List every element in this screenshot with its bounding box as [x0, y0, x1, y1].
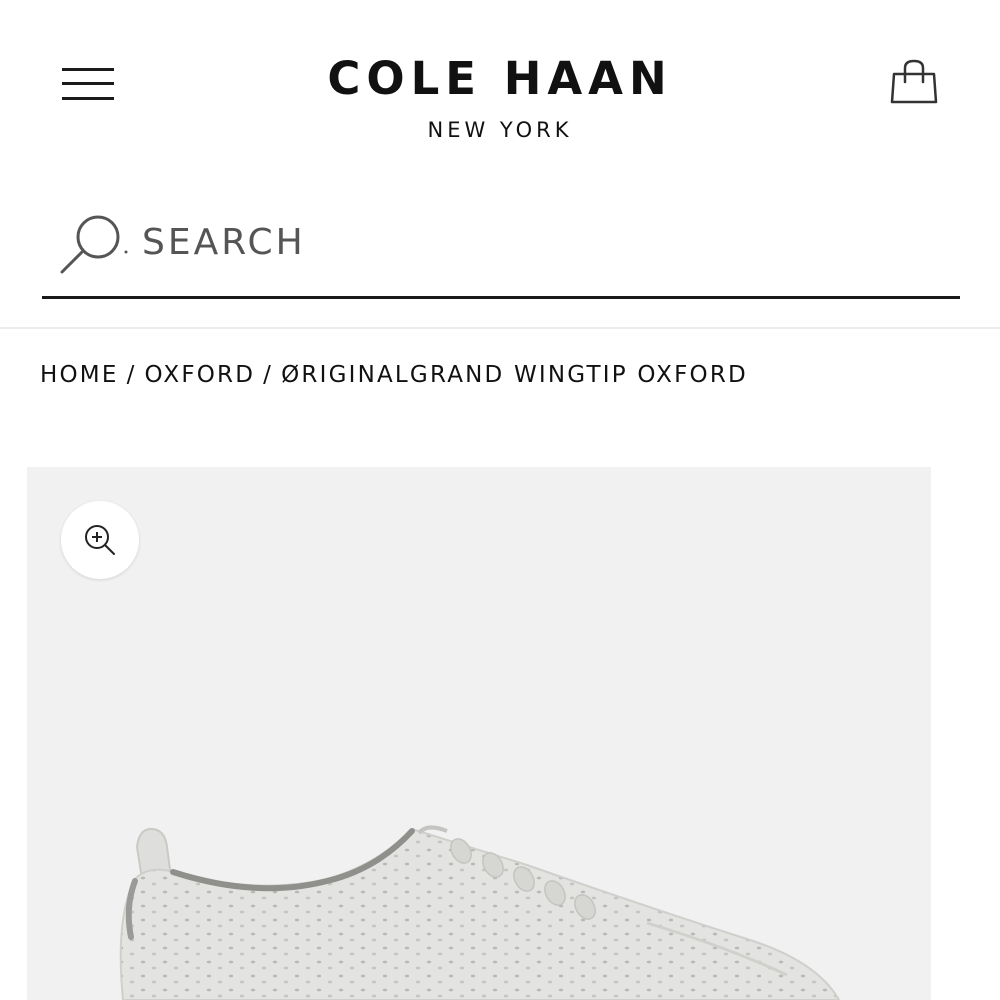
hamburger-menu-icon	[62, 68, 114, 71]
shopping-bag-icon	[890, 59, 938, 104]
search-underline	[42, 296, 960, 299]
menu-button[interactable]	[58, 64, 118, 106]
section-divider	[0, 327, 1000, 329]
breadcrumb-separator: /	[126, 362, 137, 388]
breadcrumb-home[interactable]: HOME	[40, 362, 119, 388]
search-input[interactable]	[142, 218, 942, 266]
site-header: COLE HAAN NEW YORK	[0, 0, 1000, 170]
brand-logo[interactable]: COLE HAAN NEW YORK	[300, 52, 700, 144]
product-page: COLE HAAN NEW YORK HOME / OXFORD / ØRIGINALG…	[0, 0, 1000, 1000]
product-image[interactable]	[27, 467, 931, 1000]
search-icon[interactable]	[56, 210, 136, 280]
zoom-in-icon	[85, 525, 115, 555]
search-bar	[42, 200, 960, 300]
breadcrumb: HOME / OXFORD / ØRIGINALGRAND WINGTIP OXFORD	[40, 362, 980, 398]
brand-subtitle: NEW YORK	[427, 118, 573, 142]
brand-name: COLE HAAN	[327, 52, 673, 105]
zoom-button[interactable]	[61, 501, 139, 579]
shoe-image	[119, 825, 841, 1000]
shopping-bag-button[interactable]	[886, 58, 942, 106]
breadcrumb-current: ØRIGINALGRAND WINGTIP OXFORD	[281, 362, 748, 388]
breadcrumb-oxford[interactable]: OXFORD	[145, 362, 256, 388]
breadcrumb-separator: /	[263, 362, 274, 388]
